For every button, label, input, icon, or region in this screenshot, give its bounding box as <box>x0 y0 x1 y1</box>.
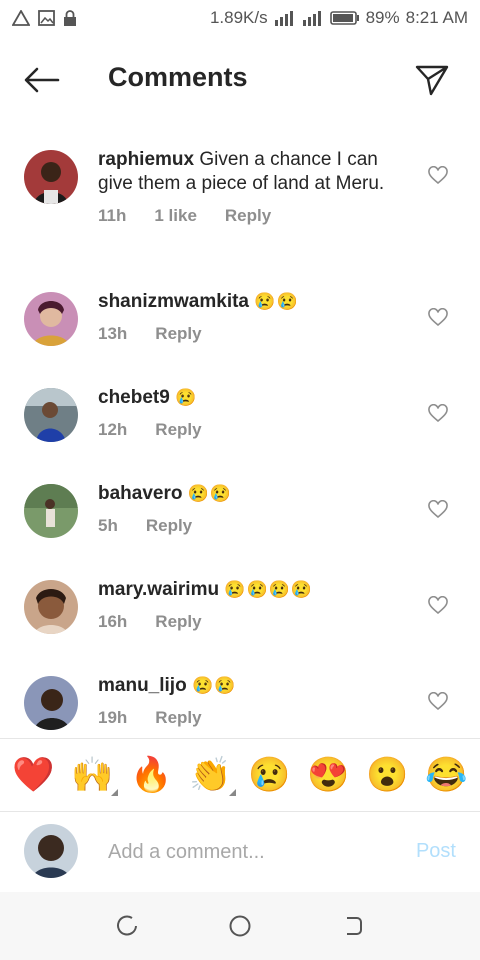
comment-time: 5h <box>98 516 118 535</box>
battery-icon <box>329 11 359 25</box>
comment-body: chebet9 😢 <box>98 378 410 410</box>
comment-body: shanizmwamkita 😢😢 <box>98 282 410 314</box>
recents-button[interactable] <box>107 906 147 946</box>
comment-time: 12h <box>98 420 128 439</box>
comment-time: 13h <box>98 324 128 343</box>
emoji-clap-glyph: 👏 <box>189 756 232 794</box>
status-left <box>12 10 77 26</box>
net-speed: 1.89K/s <box>209 8 268 27</box>
paper-plane-icon <box>415 65 449 96</box>
current-user-avatar <box>24 824 78 878</box>
comment-emojis: 😢😢😢😢 <box>224 580 314 599</box>
comment-item: raphiemux Given a chance I can give them… <box>0 140 480 282</box>
comment-body: manu_lijo 😢😢 <box>98 666 410 698</box>
emoji-heart-button[interactable]: ❤️ <box>7 748 61 802</box>
comment-emojis: 😢😢 <box>191 676 237 695</box>
reply-button[interactable]: Reply <box>155 708 201 728</box>
emoji-fire-button[interactable]: 🔥 <box>125 748 179 802</box>
avatar[interactable] <box>24 484 78 538</box>
status-right: 1.89K/s 89% 8:21 AM <box>210 8 468 28</box>
heart-icon[interactable] <box>428 308 448 328</box>
comment-likes[interactable]: 1 like <box>154 206 197 226</box>
heart-icon[interactable] <box>428 500 448 520</box>
emoji-raised-hands-button[interactable]: 🙌 <box>66 748 120 802</box>
comment-item: bahavero 😢😢 5h Reply <box>0 474 480 570</box>
emoji-raised-hands-glyph: 🙌 <box>71 756 114 794</box>
back-button[interactable] <box>22 64 62 96</box>
comment-body: mary.wairimu 😢😢😢😢 <box>98 570 410 602</box>
comment-username[interactable]: bahavero <box>98 483 182 504</box>
comment-emojis: 😢😢 <box>254 292 299 311</box>
comment-body: raphiemux Given a chance I can give them… <box>98 140 410 196</box>
signal-icon-2 <box>302 11 321 26</box>
heart-icon[interactable] <box>428 166 448 186</box>
comment-meta: 12h Reply <box>98 420 410 440</box>
comment-meta: 19h Reply <box>98 708 410 728</box>
system-nav-bar <box>0 892 480 960</box>
heart-icon[interactable] <box>428 596 448 616</box>
comment-body: bahavero 😢😢 <box>98 474 410 506</box>
signal-icon <box>274 11 293 26</box>
comment-meta: 16h Reply <box>98 612 410 632</box>
arrow-left-icon <box>24 67 60 93</box>
emoji-clap-button[interactable]: 👏 <box>184 748 238 802</box>
comment-username[interactable]: chebet9 <box>98 387 170 408</box>
reply-button[interactable]: Reply <box>155 420 201 440</box>
share-button[interactable] <box>412 60 452 100</box>
back-nav-button[interactable] <box>333 906 373 946</box>
avatar[interactable] <box>24 388 78 442</box>
comment-username[interactable]: raphiemux <box>98 149 194 170</box>
back-nav-icon <box>347 917 363 935</box>
heart-icon[interactable] <box>428 692 448 712</box>
clock: 8:21 AM <box>405 8 468 27</box>
heart-icon[interactable] <box>428 404 448 424</box>
image-icon <box>38 10 55 26</box>
emoji-quick-bar: ❤️ 🙌 🔥 👏 😢 😍 😮 😂 <box>0 738 480 812</box>
home-button[interactable] <box>220 906 260 946</box>
page-title: Comments <box>108 62 248 92</box>
emoji-heart-eyes-button[interactable]: 😍 <box>302 748 356 802</box>
comment-input[interactable] <box>108 834 398 870</box>
battery-level: 89% <box>365 8 400 27</box>
avatar[interactable] <box>24 676 78 730</box>
status-bar: 1.89K/s 89% 8:21 AM <box>0 0 480 36</box>
home-circle-icon <box>229 915 251 937</box>
warning-icon <box>12 10 30 26</box>
comment-item: shanizmwamkita 😢😢 13h Reply <box>0 282 480 378</box>
comments-list[interactable]: raphiemux Given a chance I can give them… <box>0 140 480 738</box>
comment-time: 11h <box>98 206 127 225</box>
recents-icon <box>116 915 137 936</box>
reply-button[interactable]: Reply <box>225 206 271 226</box>
comment-meta: 5h Reply <box>98 516 410 536</box>
comment-emojis: 😢😢 <box>187 484 233 503</box>
comment-username[interactable]: mary.wairimu <box>98 579 219 600</box>
comment-time: 16h <box>98 612 128 631</box>
header: Comments <box>0 50 480 110</box>
comment-item: manu_lijo 😢😢 19h Reply <box>0 666 480 738</box>
lock-icon <box>64 10 76 26</box>
comment-username[interactable]: manu_lijo <box>98 675 187 696</box>
avatar[interactable] <box>24 580 78 634</box>
comment-composer: Post <box>0 812 480 892</box>
reply-button[interactable]: Reply <box>155 612 201 632</box>
comment-item: chebet9 😢 12h Reply <box>0 378 480 474</box>
comment-time: 19h <box>98 708 128 727</box>
avatar[interactable] <box>24 150 78 204</box>
comment-emojis: 😢 <box>175 388 198 407</box>
avatar[interactable] <box>24 292 78 346</box>
reply-button[interactable]: Reply <box>146 516 192 536</box>
emoji-surprised-button[interactable]: 😮 <box>361 748 415 802</box>
skin-tone-indicator-icon <box>110 789 118 796</box>
reply-button[interactable]: Reply <box>155 324 201 344</box>
skin-tone-indicator-icon <box>228 789 236 796</box>
comment-meta: 13h Reply <box>98 324 410 344</box>
post-button[interactable]: Post <box>416 840 456 863</box>
comment-item: mary.wairimu 😢😢😢😢 16h Reply <box>0 570 480 666</box>
emoji-crying-button[interactable]: 😢 <box>243 748 297 802</box>
comment-meta: 11h 1 like Reply <box>98 206 410 226</box>
emoji-laughing-button[interactable]: 😂 <box>420 748 474 802</box>
comment-username[interactable]: shanizmwamkita <box>98 291 249 312</box>
